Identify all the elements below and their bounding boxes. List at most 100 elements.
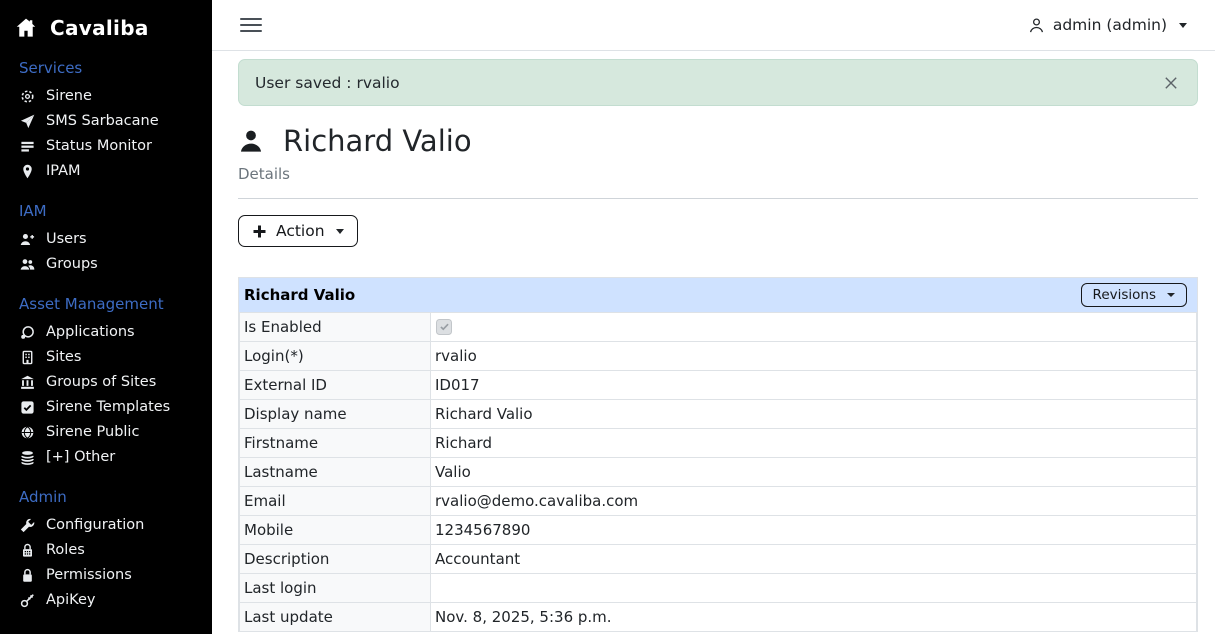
- sidebar-section-services: Services Sirene SMS Sarbacane Status Mon…: [12, 59, 200, 183]
- field-label: Display name: [240, 400, 431, 429]
- home-icon: [15, 17, 37, 39]
- list-bars-icon: [19, 138, 35, 154]
- sidebar-item-label: Sites: [46, 349, 81, 365]
- field-label: Is Enabled: [240, 313, 431, 342]
- page-title-text: Richard Valio: [283, 124, 472, 158]
- sidebar-item-groups[interactable]: Groups: [12, 252, 200, 276]
- table-row: Lastname Valio: [240, 458, 1197, 487]
- sidebar-item-sites[interactable]: Sites: [12, 345, 200, 369]
- sidebar-item-label: Groups of Sites: [46, 374, 156, 390]
- field-label: Last update: [240, 603, 431, 632]
- sidebar-item-label: [+] Other: [46, 449, 115, 465]
- sidebar-item-applications[interactable]: Applications: [12, 320, 200, 344]
- sidebar-item-configuration[interactable]: Configuration: [12, 513, 200, 537]
- sidebar-item-sirene-public[interactable]: Sirene Public: [12, 420, 200, 444]
- action-button[interactable]: Action: [238, 215, 358, 247]
- details-table: Is Enabled Login(*) rvalio External ID: [239, 312, 1197, 632]
- field-value: Richard: [431, 429, 1197, 458]
- app-indicator-icon: [19, 324, 35, 340]
- revisions-button-label: Revisions: [1093, 287, 1156, 303]
- revisions-button[interactable]: Revisions: [1081, 283, 1187, 307]
- table-row: Last login: [240, 574, 1197, 603]
- check-square-icon: [19, 399, 35, 415]
- sidebar-item-label: Status Monitor: [46, 138, 152, 154]
- field-value: Valio: [431, 458, 1197, 487]
- user-details-card: Richard Valio Revisions Is Enabled: [238, 277, 1198, 632]
- action-button-label: Action: [276, 222, 325, 240]
- field-value: Richard Valio: [431, 400, 1197, 429]
- field-label: Description: [240, 545, 431, 574]
- table-row: Last update Nov. 8, 2025, 5:36 p.m.: [240, 603, 1197, 632]
- sidebar-item-label: Users: [46, 231, 87, 247]
- sidebar-section-admin: Admin Configuration Roles Permissions Ap…: [12, 488, 200, 612]
- section-heading: Services: [12, 59, 200, 77]
- plus-icon: [252, 224, 267, 239]
- table-row: Email rvalio@demo.cavaliba.com: [240, 487, 1197, 516]
- chevron-down-icon: [336, 229, 344, 234]
- brand[interactable]: Cavaliba: [12, 16, 200, 40]
- sidebar-item-label: Sirene Templates: [46, 399, 170, 415]
- sidebar-item-label: Applications: [46, 324, 135, 340]
- is-enabled-checkbox: [436, 319, 452, 335]
- sidebar-item-groups-of-sites[interactable]: Groups of Sites: [12, 370, 200, 394]
- person-icon: [238, 128, 264, 154]
- globe-icon: [19, 424, 35, 440]
- lock-icon: [19, 567, 35, 583]
- send-icon: [19, 113, 35, 129]
- sidebar-item-status-monitor[interactable]: Status Monitor: [12, 134, 200, 158]
- sidebar-item-label: Configuration: [46, 517, 144, 533]
- sidebar: Cavaliba Services Sirene SMS Sarbacane S…: [0, 0, 212, 634]
- content: User saved : rvalio Richard Valio Detail…: [212, 51, 1215, 632]
- success-alert: User saved : rvalio: [238, 59, 1198, 106]
- chevron-down-icon: [1179, 23, 1187, 28]
- sidebar-item-ipam[interactable]: IPAM: [12, 159, 200, 183]
- field-label: Firstname: [240, 429, 431, 458]
- field-value: rvalio: [431, 342, 1197, 371]
- user-menu[interactable]: admin (admin): [1028, 16, 1187, 34]
- main-area: admin (admin) User saved : rvalio Richar…: [212, 0, 1215, 634]
- table-row: Display name Richard Valio: [240, 400, 1197, 429]
- close-icon[interactable]: [1159, 71, 1183, 95]
- hamburger-menu-icon[interactable]: [240, 18, 262, 32]
- person-outline-icon: [1028, 17, 1045, 34]
- sidebar-item-other[interactable]: [+] Other: [12, 445, 200, 469]
- user-label: admin (admin): [1053, 16, 1167, 34]
- table-row: Description Accountant: [240, 545, 1197, 574]
- field-value: [431, 313, 1197, 342]
- page-title: Richard Valio: [238, 124, 1198, 158]
- alert-message: User saved : rvalio: [255, 74, 400, 92]
- sidebar-item-label: Sirene Public: [46, 424, 139, 440]
- field-label: Last login: [240, 574, 431, 603]
- sidebar-item-sirene-templates[interactable]: Sirene Templates: [12, 395, 200, 419]
- wrench-icon: [19, 517, 35, 533]
- sidebar-item-roles[interactable]: Roles: [12, 538, 200, 562]
- table-row: Login(*) rvalio: [240, 342, 1197, 371]
- field-value: Accountant: [431, 545, 1197, 574]
- table-row: Mobile 1234567890: [240, 516, 1197, 545]
- sidebar-item-sirene[interactable]: Sirene: [12, 84, 200, 108]
- sidebar-item-sms-sarbacane[interactable]: SMS Sarbacane: [12, 109, 200, 133]
- section-heading: Asset Management: [12, 295, 200, 313]
- field-value: rvalio@demo.cavaliba.com: [431, 487, 1197, 516]
- sidebar-item-permissions[interactable]: Permissions: [12, 563, 200, 587]
- bank-icon: [19, 374, 35, 390]
- topbar: admin (admin): [212, 0, 1215, 51]
- field-label: Lastname: [240, 458, 431, 487]
- gear-icon: [19, 88, 35, 104]
- field-label: Mobile: [240, 516, 431, 545]
- sidebar-item-users[interactable]: Users: [12, 227, 200, 251]
- sidebar-item-apikey[interactable]: ApiKey: [12, 588, 200, 612]
- building-icon: [19, 349, 35, 365]
- key-icon: [19, 592, 35, 608]
- sidebar-item-label: Sirene: [46, 88, 92, 104]
- card-header-title: Richard Valio: [243, 286, 355, 304]
- table-row: Firstname Richard: [240, 429, 1197, 458]
- field-value: ID017: [431, 371, 1197, 400]
- geo-pin-icon: [19, 163, 35, 179]
- table-row: External ID ID017: [240, 371, 1197, 400]
- lock-badge-icon: [19, 542, 35, 558]
- people-icon: [19, 256, 35, 272]
- field-value: [431, 574, 1197, 603]
- brand-name: Cavaliba: [50, 16, 149, 40]
- field-value: Nov. 8, 2025, 5:36 p.m.: [431, 603, 1197, 632]
